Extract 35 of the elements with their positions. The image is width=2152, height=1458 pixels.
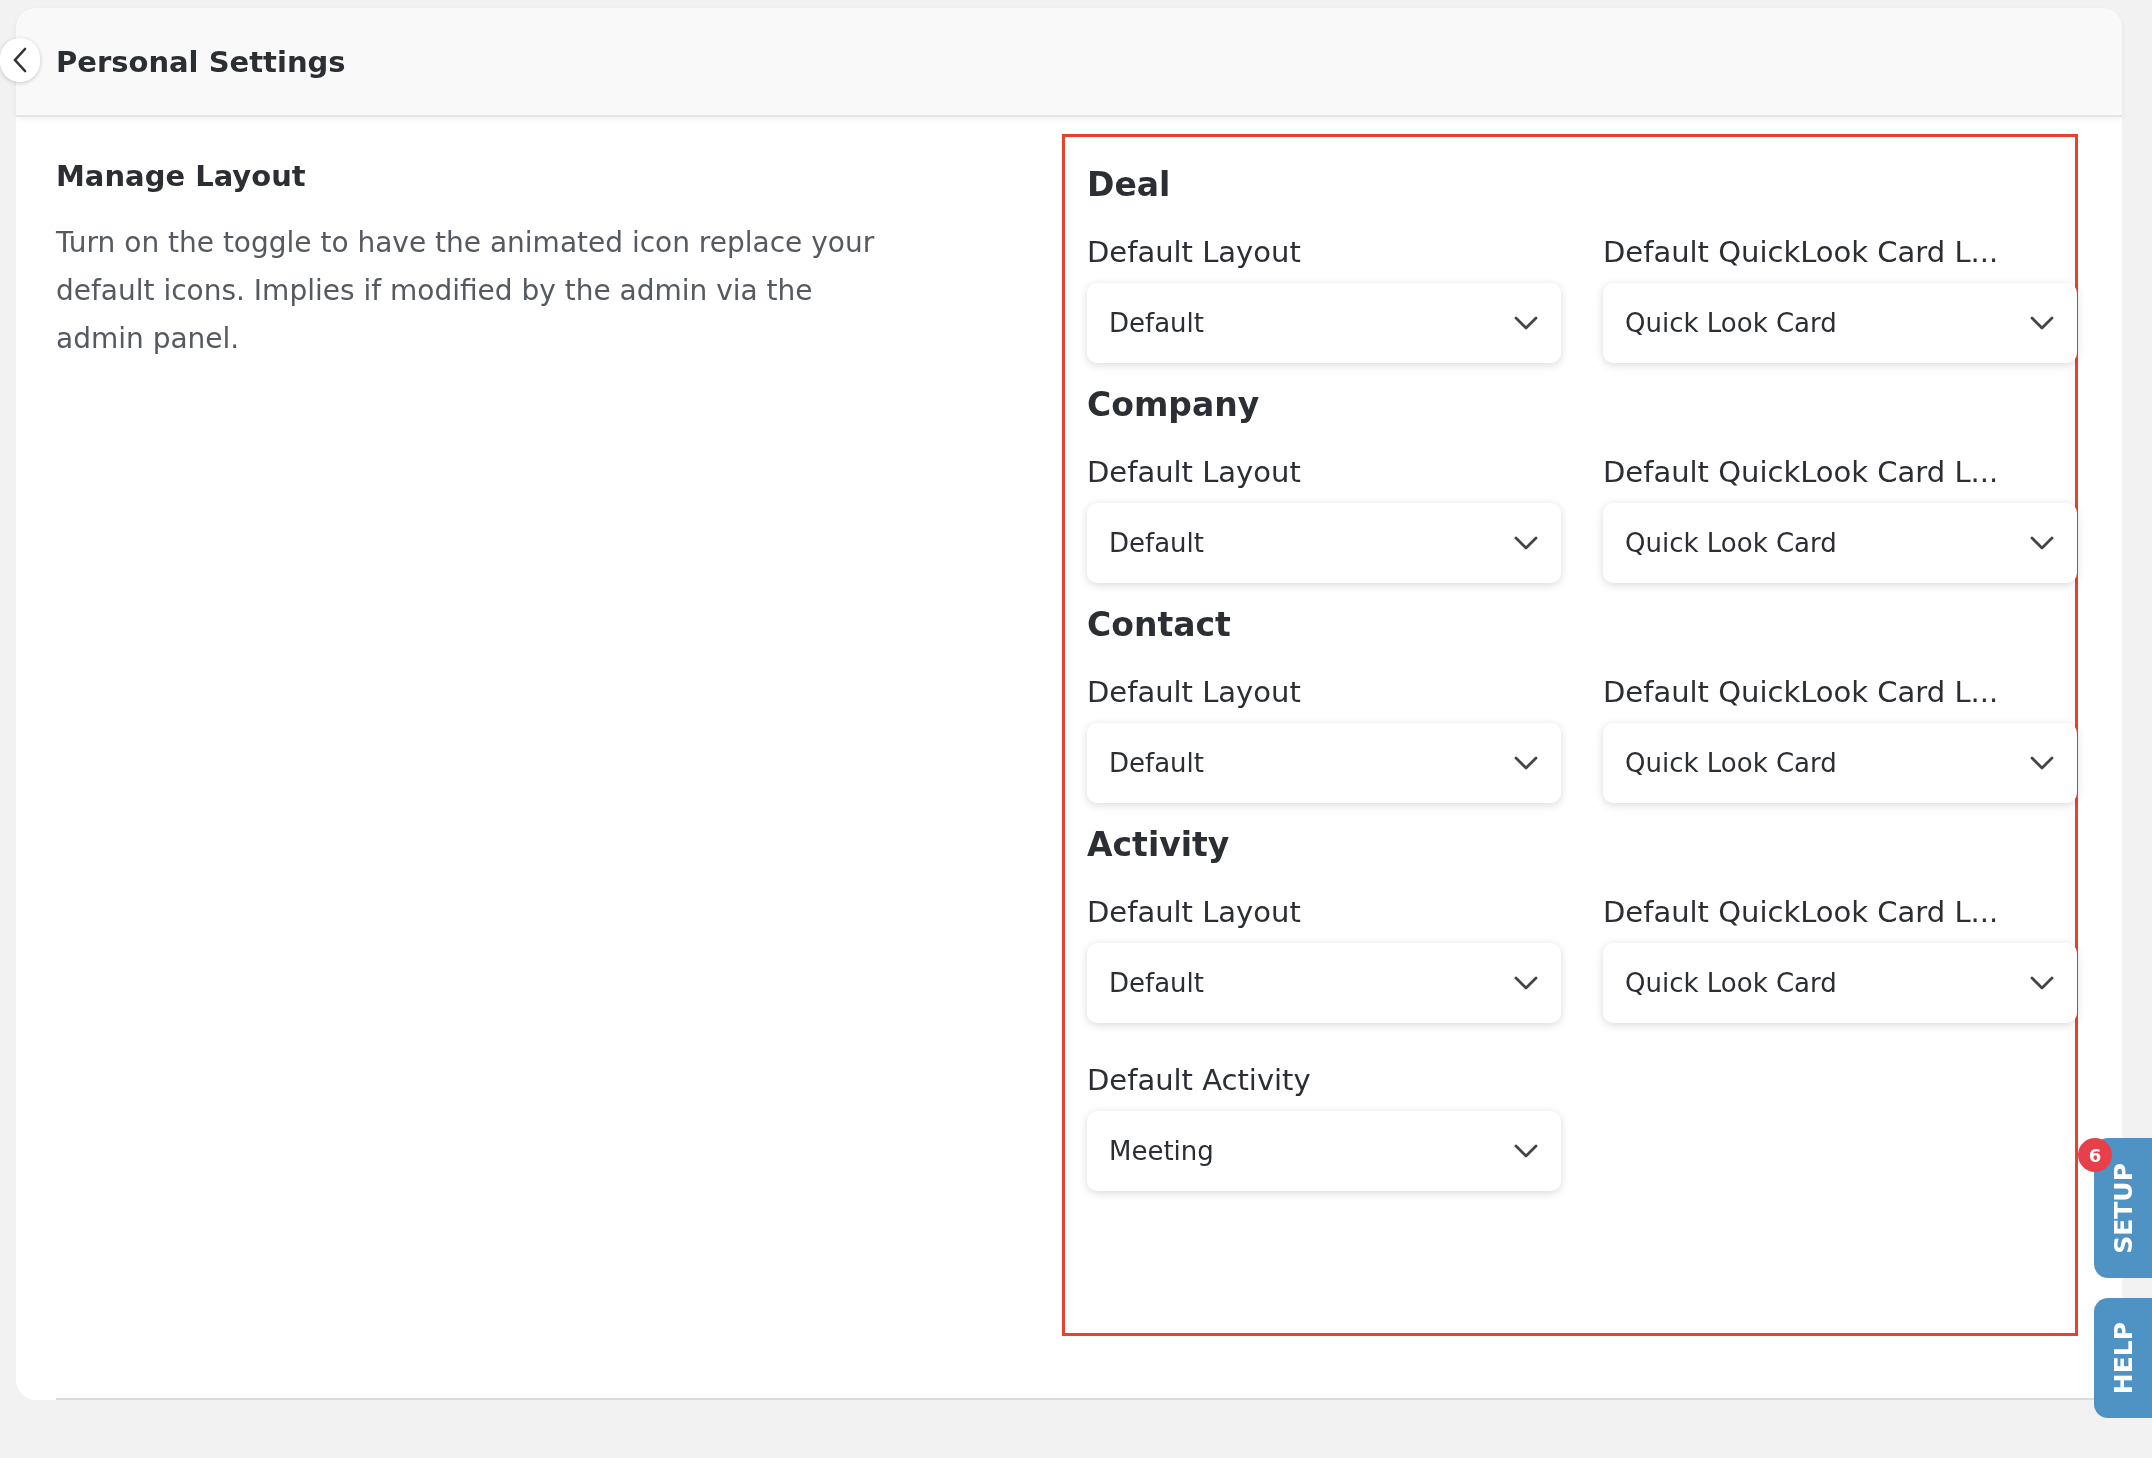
dropdown-field[interactable]: Quick Look Card	[1603, 723, 2077, 803]
dropdown-field[interactable]: Default	[1087, 723, 1561, 803]
chevron-down-icon	[2029, 535, 2055, 551]
field-label: Default Layout	[1087, 455, 1302, 491]
group-title: Contact	[1087, 605, 1232, 646]
group-title: Activity	[1087, 825, 1231, 866]
chevron-down-icon	[2029, 755, 2055, 771]
chevron-down-icon	[1513, 755, 1539, 771]
chevron-down-icon	[1513, 1143, 1539, 1159]
field-label: Default QuickLook Card L...	[1603, 235, 2000, 271]
dropdown-field[interactable]: Default	[1087, 503, 1561, 583]
field-label: Default QuickLook Card L...	[1603, 895, 2000, 931]
group-title: Company	[1087, 385, 1261, 426]
page-title: Personal Settings	[56, 44, 346, 79]
field-label: Default Layout	[1087, 895, 1302, 931]
dropdown-field[interactable]: Meeting	[1087, 1111, 1561, 1191]
dropdown-field[interactable]: Quick Look Card	[1603, 283, 2077, 363]
chevron-down-icon	[2029, 975, 2055, 991]
chevron-down-icon	[2029, 315, 2055, 331]
back-button[interactable]	[0, 38, 40, 82]
section-heading: Manage Layout	[56, 159, 307, 193]
field-label: Default QuickLook Card L...	[1603, 675, 2000, 711]
dropdown-field[interactable]: Quick Look Card	[1603, 943, 2077, 1023]
dropdown-field[interactable]: Quick Look Card	[1603, 503, 2077, 583]
group-title: Deal	[1087, 165, 1172, 206]
chevron-down-icon	[1513, 315, 1539, 331]
chevron-down-icon	[1513, 975, 1539, 991]
dropdown-field[interactable]: Default	[1087, 283, 1561, 363]
description-text: Turn on the toggle to have the animated icon replace your default icons. Implies if modified by the admin via the admin panel.	[56, 225, 876, 357]
field-label: Default Layout	[1087, 675, 1302, 711]
chevron-down-icon	[1513, 535, 1539, 551]
dropdown-field[interactable]: Default	[1087, 943, 1561, 1023]
field-label: Default QuickLook Card L...	[1603, 455, 2000, 491]
field-label: Default Layout	[1087, 235, 1302, 271]
field-label: Default Activity	[1087, 1063, 1312, 1099]
